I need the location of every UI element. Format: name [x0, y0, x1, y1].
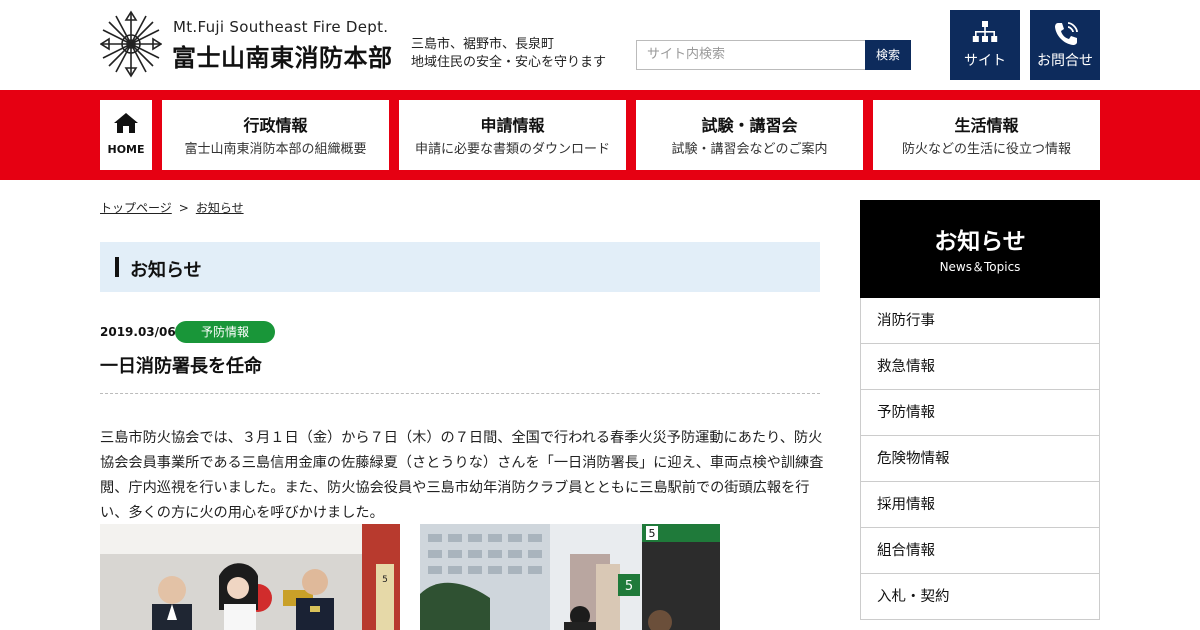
- breadcrumb: トップページ > お知らせ: [100, 199, 244, 216]
- contact-button[interactable]: お問合せ: [1030, 10, 1100, 80]
- sidebar-header: お知らせ News＆Topics: [860, 200, 1100, 298]
- nav-item-title: 試験・講習会: [701, 116, 798, 135]
- phone-icon: [1055, 22, 1078, 45]
- sidebar-item-emergency[interactable]: 救急情報: [860, 344, 1100, 390]
- article-photo-1: 5: [100, 524, 400, 630]
- sidebar-item-events[interactable]: 消防行事: [860, 298, 1100, 344]
- photo-sign-top: 5: [649, 527, 656, 540]
- site-name-en: Mt.Fuji Southeast Fire Dept.: [173, 18, 389, 36]
- tagline-line1: 三島市、裾野市、長泉町: [411, 37, 555, 52]
- breadcrumb-home-link[interactable]: トップページ: [100, 201, 172, 215]
- nav-item-title: 行政情報: [243, 116, 308, 135]
- sidebar-item-hazmat[interactable]: 危険物情報: [860, 436, 1100, 482]
- article-date: 2019.03/06: [100, 325, 176, 339]
- page-title: お知らせ: [130, 260, 202, 281]
- divider: [100, 393, 820, 394]
- breadcrumb-separator: >: [178, 201, 189, 215]
- home-icon: [114, 113, 138, 133]
- article-photo-2: 5 5: [420, 524, 720, 630]
- nav-home-button[interactable]: HOME: [100, 100, 152, 170]
- contact-label: お問合せ: [1037, 53, 1093, 69]
- nav-item-subtitle: 防火などの生活に役立つ情報: [901, 142, 1071, 157]
- search-button[interactable]: 検索: [865, 40, 911, 70]
- nav-item-title: 申請情報: [480, 116, 545, 135]
- sidebar-title: お知らせ: [934, 229, 1026, 255]
- breadcrumb-current-link[interactable]: お知らせ: [196, 201, 244, 215]
- nav-home-label: HOME: [107, 143, 145, 156]
- search-input[interactable]: サイト内検索: [636, 40, 866, 70]
- photo-sign-bottom: 5: [625, 579, 633, 594]
- sidebar-item-bidding[interactable]: 入札・契約: [860, 574, 1100, 620]
- sidebar-subtitle: News＆Topics: [939, 260, 1021, 274]
- site-header: Mt.Fuji Southeast Fire Dept. 富士山南東消防本部 三…: [0, 0, 1200, 90]
- sidebar-item-recruitment[interactable]: 採用情報: [860, 482, 1100, 528]
- site-name-jp[interactable]: 富士山南東消防本部: [172, 38, 393, 73]
- category-badge[interactable]: 予防情報: [175, 321, 275, 343]
- sitemap-button[interactable]: サイト: [950, 10, 1020, 80]
- article-body: 三島市防火協会では、３月１日（金）から７日（木）の７日間、全国で行われる春季火災…: [100, 430, 824, 521]
- nav-item-admin[interactable]: 行政情報 富士山南東消防本部の組織概要: [162, 100, 389, 170]
- nav-item-applications[interactable]: 申請情報 申請に必要な書類のダウンロード: [399, 100, 626, 170]
- sitemap-icon: [972, 21, 998, 42]
- nav-item-subtitle: 申請に必要な書類のダウンロード: [414, 142, 610, 157]
- nav-item-subtitle: 富士山南東消防本部の組織概要: [184, 142, 367, 157]
- tagline-line2: 地域住民の安全・安心を守ります: [411, 55, 607, 70]
- sidebar-list: 消防行事 救急情報 予防情報 危険物情報 採用情報 組合情報 入札・契約: [860, 298, 1100, 620]
- fire-dept-emblem-icon[interactable]: [100, 10, 162, 78]
- page-title-box: お知らせ: [100, 242, 820, 292]
- global-nav: HOME 行政情報 富士山南東消防本部の組織概要 申請情報 申請に必要な書類のダ…: [0, 90, 1200, 180]
- sidebar-item-prevention[interactable]: 予防情報: [860, 390, 1100, 436]
- nav-item-exams[interactable]: 試験・講習会 試験・講習会などのご案内: [636, 100, 863, 170]
- photo-sign-text: 5: [382, 575, 388, 585]
- sitemap-label: サイト: [964, 53, 1006, 69]
- article-title: 一日消防署長を任命: [100, 356, 262, 377]
- nav-item-living[interactable]: 生活情報 防火などの生活に役立つ情報: [873, 100, 1100, 170]
- title-accent-bar: [115, 257, 119, 277]
- sidebar-item-association[interactable]: 組合情報: [860, 528, 1100, 574]
- nav-item-subtitle: 試験・講習会などのご案内: [671, 142, 828, 157]
- nav-item-title: 生活情報: [954, 116, 1019, 135]
